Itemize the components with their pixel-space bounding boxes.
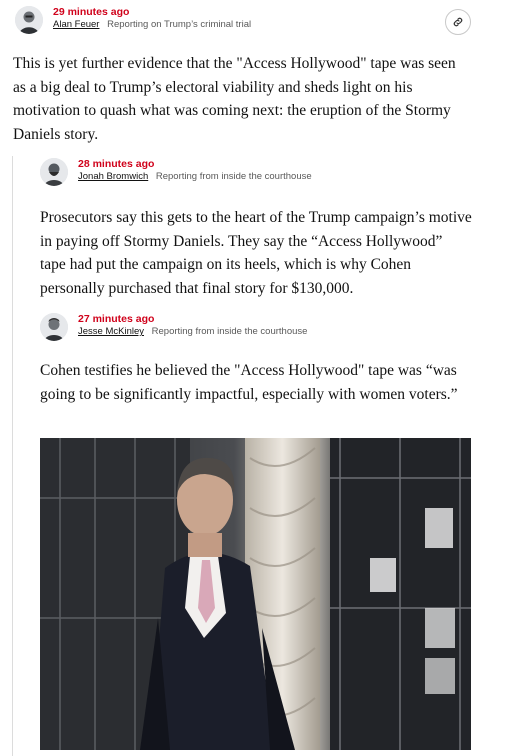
post-meta: 28 minutes ago Jonah Bromwich Reporting … <box>78 158 312 183</box>
author-link[interactable]: Jesse McKinley <box>78 326 144 337</box>
news-photo[interactable] <box>40 438 471 750</box>
thread-divider <box>12 156 13 756</box>
author-avatar[interactable] <box>15 6 43 34</box>
author-avatar[interactable] <box>40 158 68 186</box>
post-byline: 28 minutes ago Jonah Bromwich Reporting … <box>40 158 312 186</box>
author-role: Reporting on Trump’s criminal trial <box>107 19 252 30</box>
post-meta: 29 minutes ago Alan Feuer Reporting on T… <box>53 6 251 31</box>
post-byline: 27 minutes ago Jesse McKinley Reporting … <box>40 313 307 341</box>
post-body: Cohen testifies he believed the "Access … <box>40 362 458 403</box>
author-role: Reporting from inside the courthouse <box>151 326 308 337</box>
post-byline: 29 minutes ago Alan Feuer Reporting on T… <box>15 6 251 34</box>
post-timestamp: 27 minutes ago <box>78 313 155 325</box>
author-role: Reporting from inside the courthouse <box>155 171 312 182</box>
author-link[interactable]: Alan Feuer <box>53 19 99 30</box>
author-avatar[interactable] <box>40 313 68 341</box>
photo-illustration <box>40 438 471 750</box>
copy-link-button[interactable] <box>445 9 471 35</box>
post-body: Prosecutors say this gets to the heart o… <box>40 209 472 297</box>
post-timestamp: 29 minutes ago <box>53 6 130 18</box>
post-body: This is yet further evidence that the "A… <box>13 55 456 143</box>
author-link[interactable]: Jonah Bromwich <box>78 171 148 182</box>
post-timestamp: 28 minutes ago <box>78 158 155 170</box>
post-meta: 27 minutes ago Jesse McKinley Reporting … <box>78 313 307 338</box>
link-icon <box>453 17 463 27</box>
